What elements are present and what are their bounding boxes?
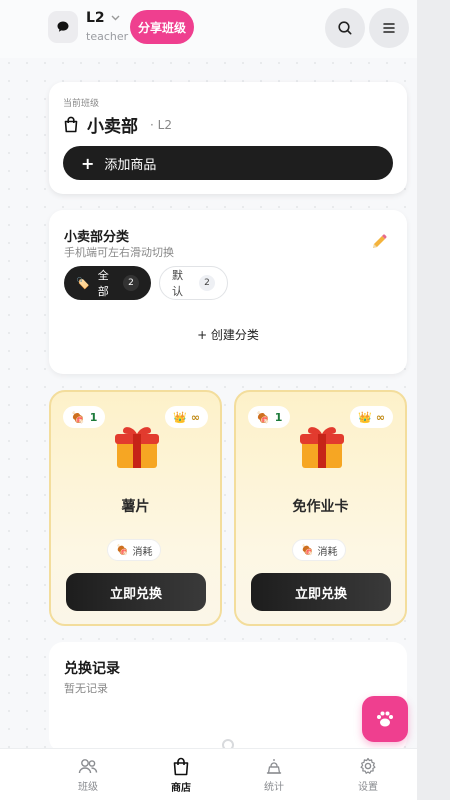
cost-value: 1 [274,410,283,424]
records-title: 兑换记录 [64,661,120,677]
level-label: L2 [86,10,105,26]
category-title: 小卖部分类 [64,230,130,245]
nav-item-class[interactable]: 班级 [58,757,118,793]
meat-icon: 🍖 [256,410,270,424]
nav-item-settings[interactable]: 设置 [338,757,398,793]
product-type: 消耗 [317,546,338,558]
share-class-button[interactable]: 分享班级 [130,10,194,44]
nav-item-shop[interactable]: 商店 [151,757,211,794]
side-gutter [417,0,450,800]
product-name: 免作业卡 [292,499,349,515]
gift-icon [115,427,159,468]
top-header: L2 teacher 分享班级 [0,0,417,58]
nav-label: 商店 [171,783,191,794]
nav-item-stats[interactable]: 统计 [244,757,304,793]
redeem-button[interactable]: 立即兑换 [66,573,206,611]
meat-icon: 🍖 [116,544,129,556]
paw-icon [377,711,393,727]
users-icon [78,759,98,774]
shopping-bag-icon [64,116,78,133]
records-empty: 暂无记录 [64,682,108,695]
chip-count: 2 [199,275,215,291]
redeem-button[interactable]: 立即兑换 [251,573,391,611]
menu-button[interactable] [369,8,409,48]
create-category-button[interactable]: + 创建分类 [49,326,407,343]
class-name-row: 小卖部 · L2 [63,112,172,137]
gear-icon [360,757,376,774]
cost-value: 1 [89,410,98,424]
paw-fab-button[interactable] [362,696,408,742]
cost-badge: 🍖 1 [248,406,291,428]
current-class-card: 当前班级 小卖部 · L2 + 添加商品 [49,82,407,194]
chevron-down-icon [111,15,120,21]
podium-icon [266,759,282,774]
nav-label: 设置 [358,782,378,793]
bottom-navigation: 班级 商店 统计 设置 [0,748,417,800]
product-type: 消耗 [132,546,153,558]
level-selector[interactable]: L2 [86,10,120,26]
stock-badge: 👑 ∞ [165,406,208,428]
edit-pencil-icon[interactable] [369,232,389,252]
plus-icon: + [81,153,95,173]
stock-value: ∞ [375,410,385,424]
product-name: 薯片 [121,499,150,515]
chip-label: 默认 [172,269,183,298]
search-button[interactable] [325,8,365,48]
crown-icon: 👑 [173,410,187,424]
tag-icon: 🏷️ [76,276,90,290]
category-chip-all[interactable]: 🏷️ 全部 2 [64,266,151,300]
consume-tag: 🍖 消耗 [107,539,162,561]
stock-badge: 👑 ∞ [350,406,393,428]
category-card: 小卖部分类 手机端可左右滑动切换 🏷️ 全部 2 默认 2 + 创建分类 [49,210,407,374]
app-viewport: L2 teacher 分享班级 当前班级 小卖部 · L2 + 添加商品 小卖部… [0,0,417,800]
crown-icon: 👑 [358,410,372,424]
consume-tag: 🍖 消耗 [292,539,347,561]
nav-label: 统计 [264,782,284,793]
class-level: · L2 [150,117,172,132]
meat-icon: 🍖 [301,544,314,556]
product-card: 🍖 1 👑 ∞ 薯片 🍖 消耗 立即兑换 [49,390,222,626]
redeem-records-card: 兑换记录 暂无记录 [49,642,407,752]
product-card: 🍖 1 👑 ∞ 免作业卡 🍖 消耗 立即兑换 [234,390,407,626]
class-name: 小卖部 [87,117,138,137]
add-product-button[interactable]: + 添加商品 [63,146,393,180]
add-product-label: 添加商品 [104,157,157,173]
gift-icon [300,427,344,468]
category-subtitle: 手机端可左右滑动切换 [64,246,174,259]
chip-label: 全部 [97,269,109,298]
current-class-label: 当前班级 [63,99,100,109]
nav-label: 班级 [78,782,98,793]
role-label: teacher [86,30,129,43]
chat-bubble-icon[interactable] [48,11,78,43]
shopping-bag-icon [173,757,189,776]
cost-badge: 🍖 1 [63,406,106,428]
category-chip-default[interactable]: 默认 2 [159,266,228,300]
search-icon [338,21,352,35]
chip-count: 2 [123,275,139,291]
meat-icon: 🍖 [71,410,85,424]
hamburger-icon [383,23,395,33]
stock-value: ∞ [190,410,200,424]
